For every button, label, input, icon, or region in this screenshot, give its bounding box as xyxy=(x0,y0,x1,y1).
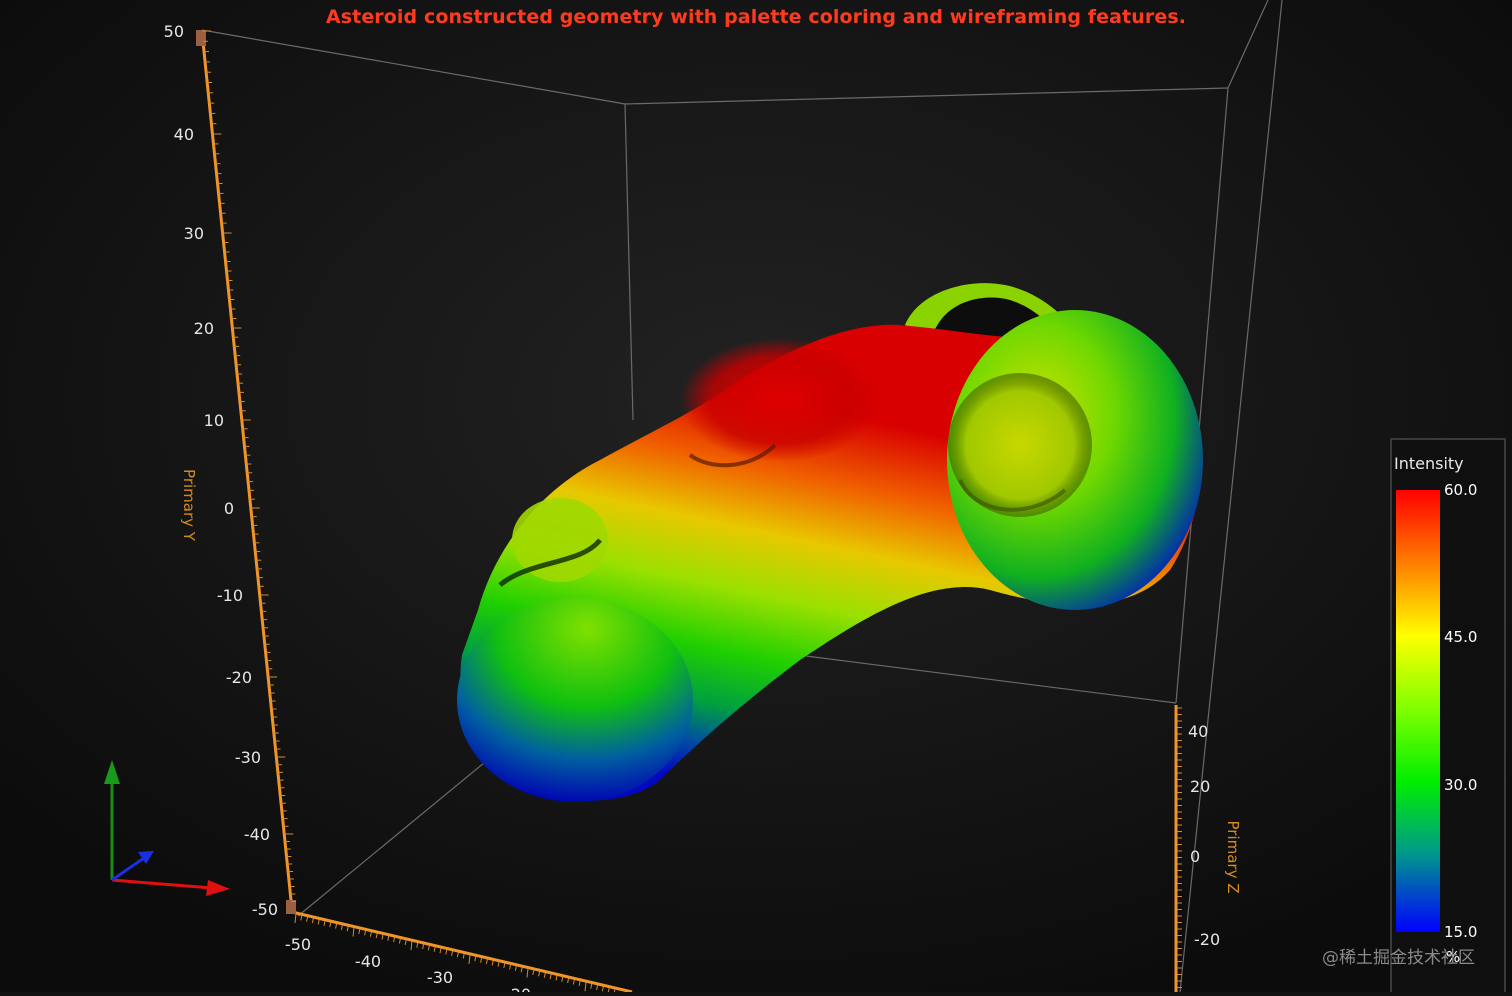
legend-tick-label: 45.0 xyxy=(1444,628,1478,647)
legend-color-bar xyxy=(1396,490,1440,932)
watermark: @稀土掘金技术社区 xyxy=(1322,948,1475,968)
y-tick-label: 40 xyxy=(174,125,194,144)
y-tick-label: -30 xyxy=(235,748,261,767)
x-tick-label: -40 xyxy=(355,952,381,971)
y-axis-title: Primary Y xyxy=(180,469,198,542)
y-axis-top-cap xyxy=(196,30,206,46)
z-tick-label: 0 xyxy=(1190,847,1200,866)
y-tick-label: -20 xyxy=(226,668,252,687)
x-tick-label: -50 xyxy=(285,935,311,954)
x-tick-label: -30 xyxy=(427,968,453,987)
y-tick-label: -10 xyxy=(217,586,243,605)
y-tick-label: 0 xyxy=(224,499,234,518)
chart-title: Asteroid constructed geometry with palet… xyxy=(325,6,1187,28)
plot-svg: 50403020100-10-20-30-40-50 -50-40-30-20 … xyxy=(0,0,1512,996)
z-axis-title: Primary Z xyxy=(1224,820,1242,893)
legend-tick-label: 15.0 xyxy=(1444,923,1478,941)
legend-title: Intensity xyxy=(1394,454,1464,473)
y-tick-label: -50 xyxy=(252,900,278,919)
y-tick-label: 10 xyxy=(204,411,224,430)
y-axis-bottom-cap xyxy=(286,900,296,914)
color-legend: Intensity 60.0 45.0 30.0 15.0 % xyxy=(1390,438,1506,992)
chart-3d-view[interactable]: 50403020100-10-20-30-40-50 -50-40-30-20 … xyxy=(0,0,1512,996)
y-tick-label: 20 xyxy=(194,319,214,338)
y-tick-label: -40 xyxy=(244,825,270,844)
legend-tick-label: 60.0 xyxy=(1444,481,1478,499)
y-tick-label: 30 xyxy=(184,224,204,243)
z-tick-label: 40 xyxy=(1188,722,1208,741)
asteroid-left-lobe xyxy=(457,598,693,802)
legend-tick-label: 30.0 xyxy=(1444,775,1478,794)
z-tick-label: 20 xyxy=(1190,777,1210,796)
x-tick-label: -20 xyxy=(505,985,531,992)
asteroid-red-bump xyxy=(680,338,880,462)
z-tick-label: -20 xyxy=(1194,930,1220,949)
